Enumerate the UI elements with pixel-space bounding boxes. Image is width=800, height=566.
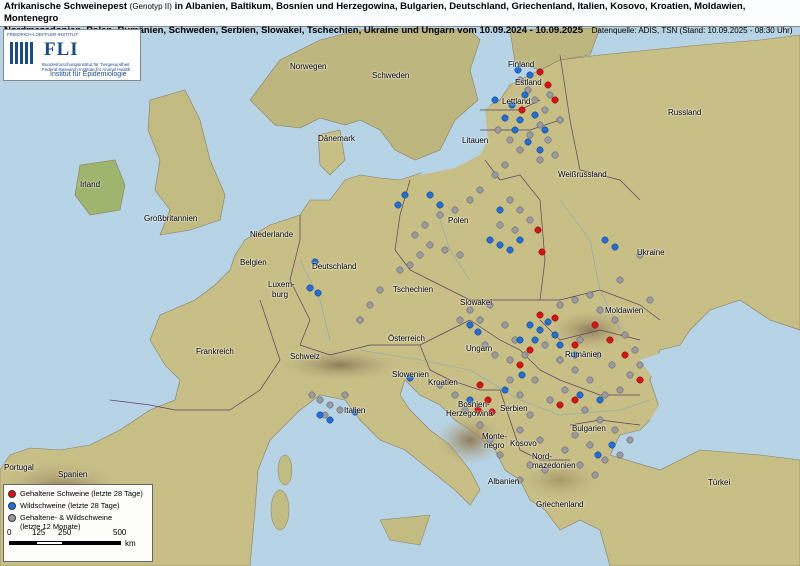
label-lettland: Lettland (502, 97, 531, 106)
label-polen: Polen (448, 216, 469, 225)
legend-label-domestic: Gehaltene Schweine (letzte 28 Tage) (20, 489, 143, 498)
label-bulgarien: Bulgarien (572, 424, 606, 433)
label-italien: Italien (344, 406, 366, 415)
label-tuerkei: Türkei (708, 478, 731, 487)
scale-tick-250: 250 (58, 528, 72, 537)
fli-logo: FRIEDRICH-LOEFFLER-INSTITUT FLI Bundesfo… (3, 29, 141, 81)
label-slowenien: Slowenien (392, 370, 429, 379)
scale-tick-500: 500 (113, 528, 127, 537)
logo-acronym: FLI (44, 39, 79, 60)
blue-dot-icon (8, 502, 16, 510)
label-frankreich: Frankreich (196, 347, 234, 356)
grey-dot-icon (8, 514, 16, 522)
label-kroatien: Kroatien (428, 378, 458, 387)
label-moldawien: Moldawien (605, 306, 644, 315)
label-irland: Irland (80, 180, 101, 189)
label-bosnien: Bosnien- (458, 400, 490, 409)
map-title: Afrikanische Schweinepest (Genotyp II) i… (0, 0, 800, 36)
label-finland: Finland (508, 60, 535, 69)
europe-map (0, 0, 800, 566)
label-ungarn: Ungarn (466, 344, 493, 353)
label-russland: Russland (668, 108, 702, 117)
label-rumaenien: Rumänien (565, 350, 602, 359)
legend-label-12-months: Gehaltene- & Wildschweine (20, 513, 113, 522)
title-main: Afrikanische Schweinepest (4, 1, 128, 12)
label-luxemburg-2: burg (272, 290, 289, 299)
label-daenemark: Dänemark (318, 134, 355, 143)
label-ukraine: Ukraine (637, 248, 665, 257)
label-grossbritannien: Großbritannien (144, 214, 198, 223)
title-genotype: (Genotyp II) (129, 2, 172, 11)
label-oesterreich: Österreich (388, 334, 425, 343)
scale-bar: 0 125 250 500 km (5, 528, 150, 560)
label-spanien: Spanien (58, 470, 88, 479)
label-albanien: Albanien (488, 477, 520, 486)
legend-item-domestic: Gehaltene Schweine (letzte 28 Tage) (8, 489, 143, 498)
scale-tick-0: 0 (7, 528, 12, 537)
label-montenegro: Monte- (482, 432, 507, 441)
label-niederlande: Niederlande (250, 230, 294, 239)
label-serbien: Serbien (500, 404, 528, 413)
label-montenegro-2: negro (484, 441, 505, 450)
logo-institute: FRIEDRICH-LOEFFLER-INSTITUT (7, 32, 79, 37)
label-luxemburg: Luxem- (268, 280, 295, 289)
label-kosovo: Kosovo (510, 439, 537, 448)
logo-mark-icon (10, 42, 40, 66)
scale-unit: km (125, 539, 136, 548)
label-portugal: Portugal (4, 463, 34, 472)
label-estland: Estland (515, 78, 542, 87)
label-slowakei: Slowakei (460, 298, 493, 307)
scale-tick-125: 125 (32, 528, 46, 537)
label-nordmazedonien-2: mazedonien (532, 461, 576, 470)
red-dot-icon (8, 490, 16, 498)
label-schweden: Schweden (372, 71, 410, 80)
label-schweiz: Schweiz (290, 352, 320, 361)
label-weissrussland: Weißrussland (558, 170, 607, 179)
legend-label-wild-boar: Wildschweine (letzte 28 Tage) (20, 501, 120, 510)
label-belgien: Belgien (240, 258, 267, 267)
label-herzegowina: Herzegowina (446, 409, 493, 418)
logo-department: Institut für Epidemiologie (50, 71, 127, 78)
label-norwegen: Norwegen (290, 62, 327, 71)
data-source: Datenquelle: ADIS, TSN (Stand: 10.09.202… (591, 26, 793, 35)
label-deutschland: Deutschland (312, 262, 357, 271)
label-nordmazedonien: Nord- (532, 452, 553, 461)
label-tschechien: Tschechien (393, 285, 434, 294)
label-griechenland: Griechenland (536, 500, 584, 509)
label-litauen: Litauen (462, 136, 489, 145)
legend-item-wild-boar: Wildschweine (letzte 28 Tage) (8, 501, 120, 510)
